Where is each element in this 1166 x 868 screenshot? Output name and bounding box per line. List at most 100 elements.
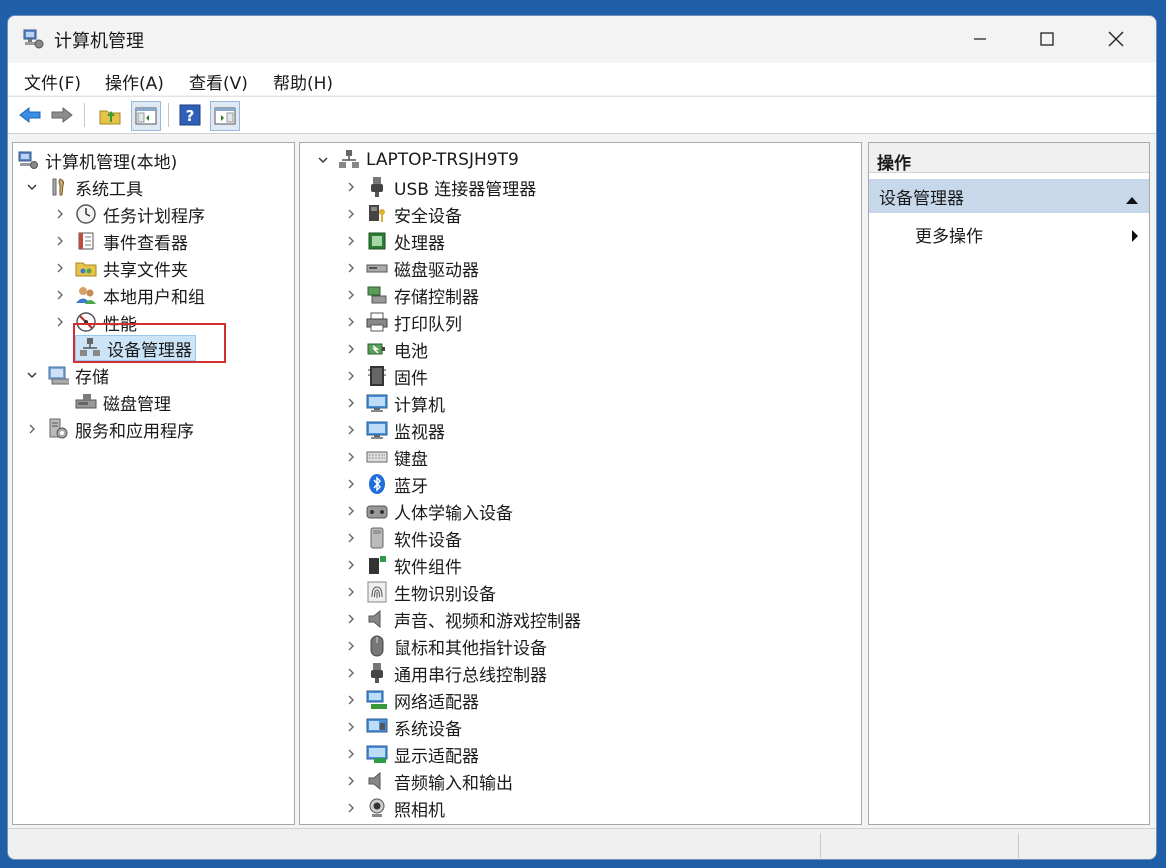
chevron-right-icon[interactable] xyxy=(342,475,360,493)
device-category-item[interactable]: 打印队列 xyxy=(342,309,462,335)
tree-storage[interactable]: 存储 xyxy=(23,362,109,388)
device-root[interactable]: LAPTOP-TRSJH9T9 xyxy=(314,147,519,173)
device-category-item[interactable]: 软件组件 xyxy=(342,552,462,578)
device-category-item[interactable]: 照相机 xyxy=(342,795,445,821)
menu-help[interactable]: 帮助(H) xyxy=(273,69,333,94)
up-level-button[interactable] xyxy=(96,101,124,129)
device-tree-pane[interactable]: LAPTOP-TRSJH9T9 USB 连接器管理器安全设备 处理器 磁盘驱动器 存储… xyxy=(299,142,862,825)
device-category-item[interactable]: 键盘 xyxy=(342,444,428,470)
device-category-item[interactable]: 安全设备 xyxy=(342,201,462,227)
tree-task-scheduler[interactable]: 任务计划程序 xyxy=(51,201,205,227)
device-category-item[interactable]: 存储控制器 xyxy=(342,282,479,308)
chevron-right-icon[interactable] xyxy=(342,205,360,223)
device-category-item[interactable]: 固件 xyxy=(342,363,428,389)
device-category-item[interactable]: 人体学输入设备 xyxy=(342,498,513,524)
chevron-right-icon[interactable] xyxy=(342,286,360,304)
maximize-button[interactable] xyxy=(1013,16,1081,62)
minimize-button[interactable] xyxy=(946,16,1014,62)
chevron-right-icon[interactable] xyxy=(342,745,360,763)
device-category-label: 通用串行总线控制器 xyxy=(394,665,547,686)
device-category-label: 键盘 xyxy=(394,449,428,470)
storage-icon xyxy=(47,364,69,386)
software-component-icon xyxy=(366,554,388,576)
collapse-up-icon[interactable] xyxy=(1125,190,1139,210)
tree-shared-folders[interactable]: 共享文件夹 xyxy=(51,255,188,281)
tree-local-users[interactable]: 本地用户和组 xyxy=(51,282,205,308)
title-bar[interactable]: 计算机管理 xyxy=(8,16,1156,62)
chevron-right-icon[interactable] xyxy=(342,313,360,331)
chevron-down-icon[interactable] xyxy=(23,178,41,196)
chevron-right-icon[interactable] xyxy=(342,610,360,628)
close-button[interactable] xyxy=(1082,16,1150,62)
chevron-right-icon[interactable] xyxy=(51,232,69,250)
device-category-label: 网络适配器 xyxy=(394,692,479,713)
chevron-right-icon[interactable] xyxy=(342,664,360,682)
chevron-right-icon[interactable] xyxy=(342,583,360,601)
device-category-item[interactable]: 电池 xyxy=(342,336,428,362)
actions-section-device-manager[interactable]: 设备管理器 xyxy=(869,179,1149,213)
chevron-right-icon[interactable] xyxy=(342,421,360,439)
device-category-item[interactable]: 处理器 xyxy=(342,228,445,254)
device-category-item[interactable]: 生物识别设备 xyxy=(342,579,496,605)
chevron-right-icon[interactable] xyxy=(342,502,360,520)
tree-event-viewer[interactable]: 事件查看器 xyxy=(51,228,188,254)
chevron-right-icon[interactable] xyxy=(342,367,360,385)
device-category-item[interactable]: 计算机 xyxy=(342,390,445,416)
forward-button[interactable] xyxy=(48,101,76,129)
chevron-right-icon[interactable] xyxy=(342,448,360,466)
device-category-item[interactable]: 通用串行总线控制器 xyxy=(342,660,547,686)
chevron-down-icon[interactable] xyxy=(23,366,41,384)
menu-view[interactable]: 查看(V) xyxy=(189,69,248,94)
chevron-right-icon[interactable] xyxy=(51,313,69,331)
chevron-right-icon[interactable] xyxy=(342,394,360,412)
chevron-right-icon[interactable] xyxy=(23,420,41,438)
chevron-right-icon[interactable] xyxy=(342,799,360,817)
device-category-item[interactable]: 软件设备 xyxy=(342,525,462,551)
help-button[interactable]: ? xyxy=(176,101,204,129)
mouse-icon xyxy=(366,635,388,657)
device-category-item[interactable]: 蓝牙 xyxy=(342,471,428,497)
chevron-right-icon[interactable] xyxy=(342,340,360,358)
chevron-right-icon[interactable] xyxy=(342,259,360,277)
chevron-right-icon[interactable] xyxy=(342,178,360,196)
speaker-icon xyxy=(366,608,388,630)
chevron-right-icon[interactable] xyxy=(51,286,69,304)
device-category-item[interactable]: USB 连接器管理器 xyxy=(342,174,536,200)
device-category-item[interactable]: 鼠标和其他指针设备 xyxy=(342,633,547,659)
chevron-right-icon[interactable] xyxy=(51,259,69,277)
show-hide-tree-button[interactable] xyxy=(131,101,161,131)
device-category-item[interactable]: 声音、视频和游戏控制器 xyxy=(342,606,581,632)
menu-file[interactable]: 文件(F) xyxy=(24,69,81,94)
device-category-item[interactable]: 显示适配器 xyxy=(342,741,479,767)
network-adapter-icon xyxy=(366,689,388,711)
device-category-item[interactable]: 系统设备 xyxy=(342,714,462,740)
chevron-right-icon[interactable] xyxy=(342,529,360,547)
chevron-right-icon[interactable] xyxy=(342,637,360,655)
device-category-label: 电池 xyxy=(394,341,428,362)
tree-disk-management[interactable]: 磁盘管理 xyxy=(75,389,171,415)
chevron-down-icon[interactable] xyxy=(314,151,332,169)
chevron-right-icon[interactable] xyxy=(342,718,360,736)
chevron-right-icon[interactable] xyxy=(342,556,360,574)
show-hide-action-pane-button[interactable] xyxy=(210,101,240,131)
chevron-right-icon[interactable] xyxy=(342,232,360,250)
chevron-right-icon[interactable] xyxy=(342,772,360,790)
console-tree-pane[interactable]: 计算机管理(本地) 系统工具 任务计划程序 事件查看器 共享文件夹 本地用户和组… xyxy=(12,142,295,825)
monitor-icon xyxy=(366,392,388,414)
more-actions-item[interactable]: 更多操作 xyxy=(915,222,983,247)
menu-action[interactable]: 操作(A) xyxy=(105,69,164,94)
computer-management-window: 计算机管理 文件(F) 操作(A) 查看(V) 帮助(H) ? 计算机管理(本地… xyxy=(7,15,1157,860)
device-category-label: 安全设备 xyxy=(394,206,462,227)
submenu-arrow-icon[interactable] xyxy=(1131,227,1139,247)
tree-services-apps[interactable]: 服务和应用程序 xyxy=(23,416,194,442)
device-category-item[interactable]: 音频输入和输出 xyxy=(342,768,513,794)
actions-pane: 操作 设备管理器 更多操作 xyxy=(868,142,1150,825)
device-category-item[interactable]: 监视器 xyxy=(342,417,445,443)
back-button[interactable] xyxy=(16,101,44,129)
device-category-item[interactable]: 网络适配器 xyxy=(342,687,479,713)
tree-root[interactable]: 计算机管理(本地) xyxy=(17,147,177,173)
chevron-right-icon[interactable] xyxy=(51,205,69,223)
device-category-item[interactable]: 磁盘驱动器 xyxy=(342,255,479,281)
chevron-right-icon[interactable] xyxy=(342,691,360,709)
tree-system-tools[interactable]: 系统工具 xyxy=(23,174,143,200)
